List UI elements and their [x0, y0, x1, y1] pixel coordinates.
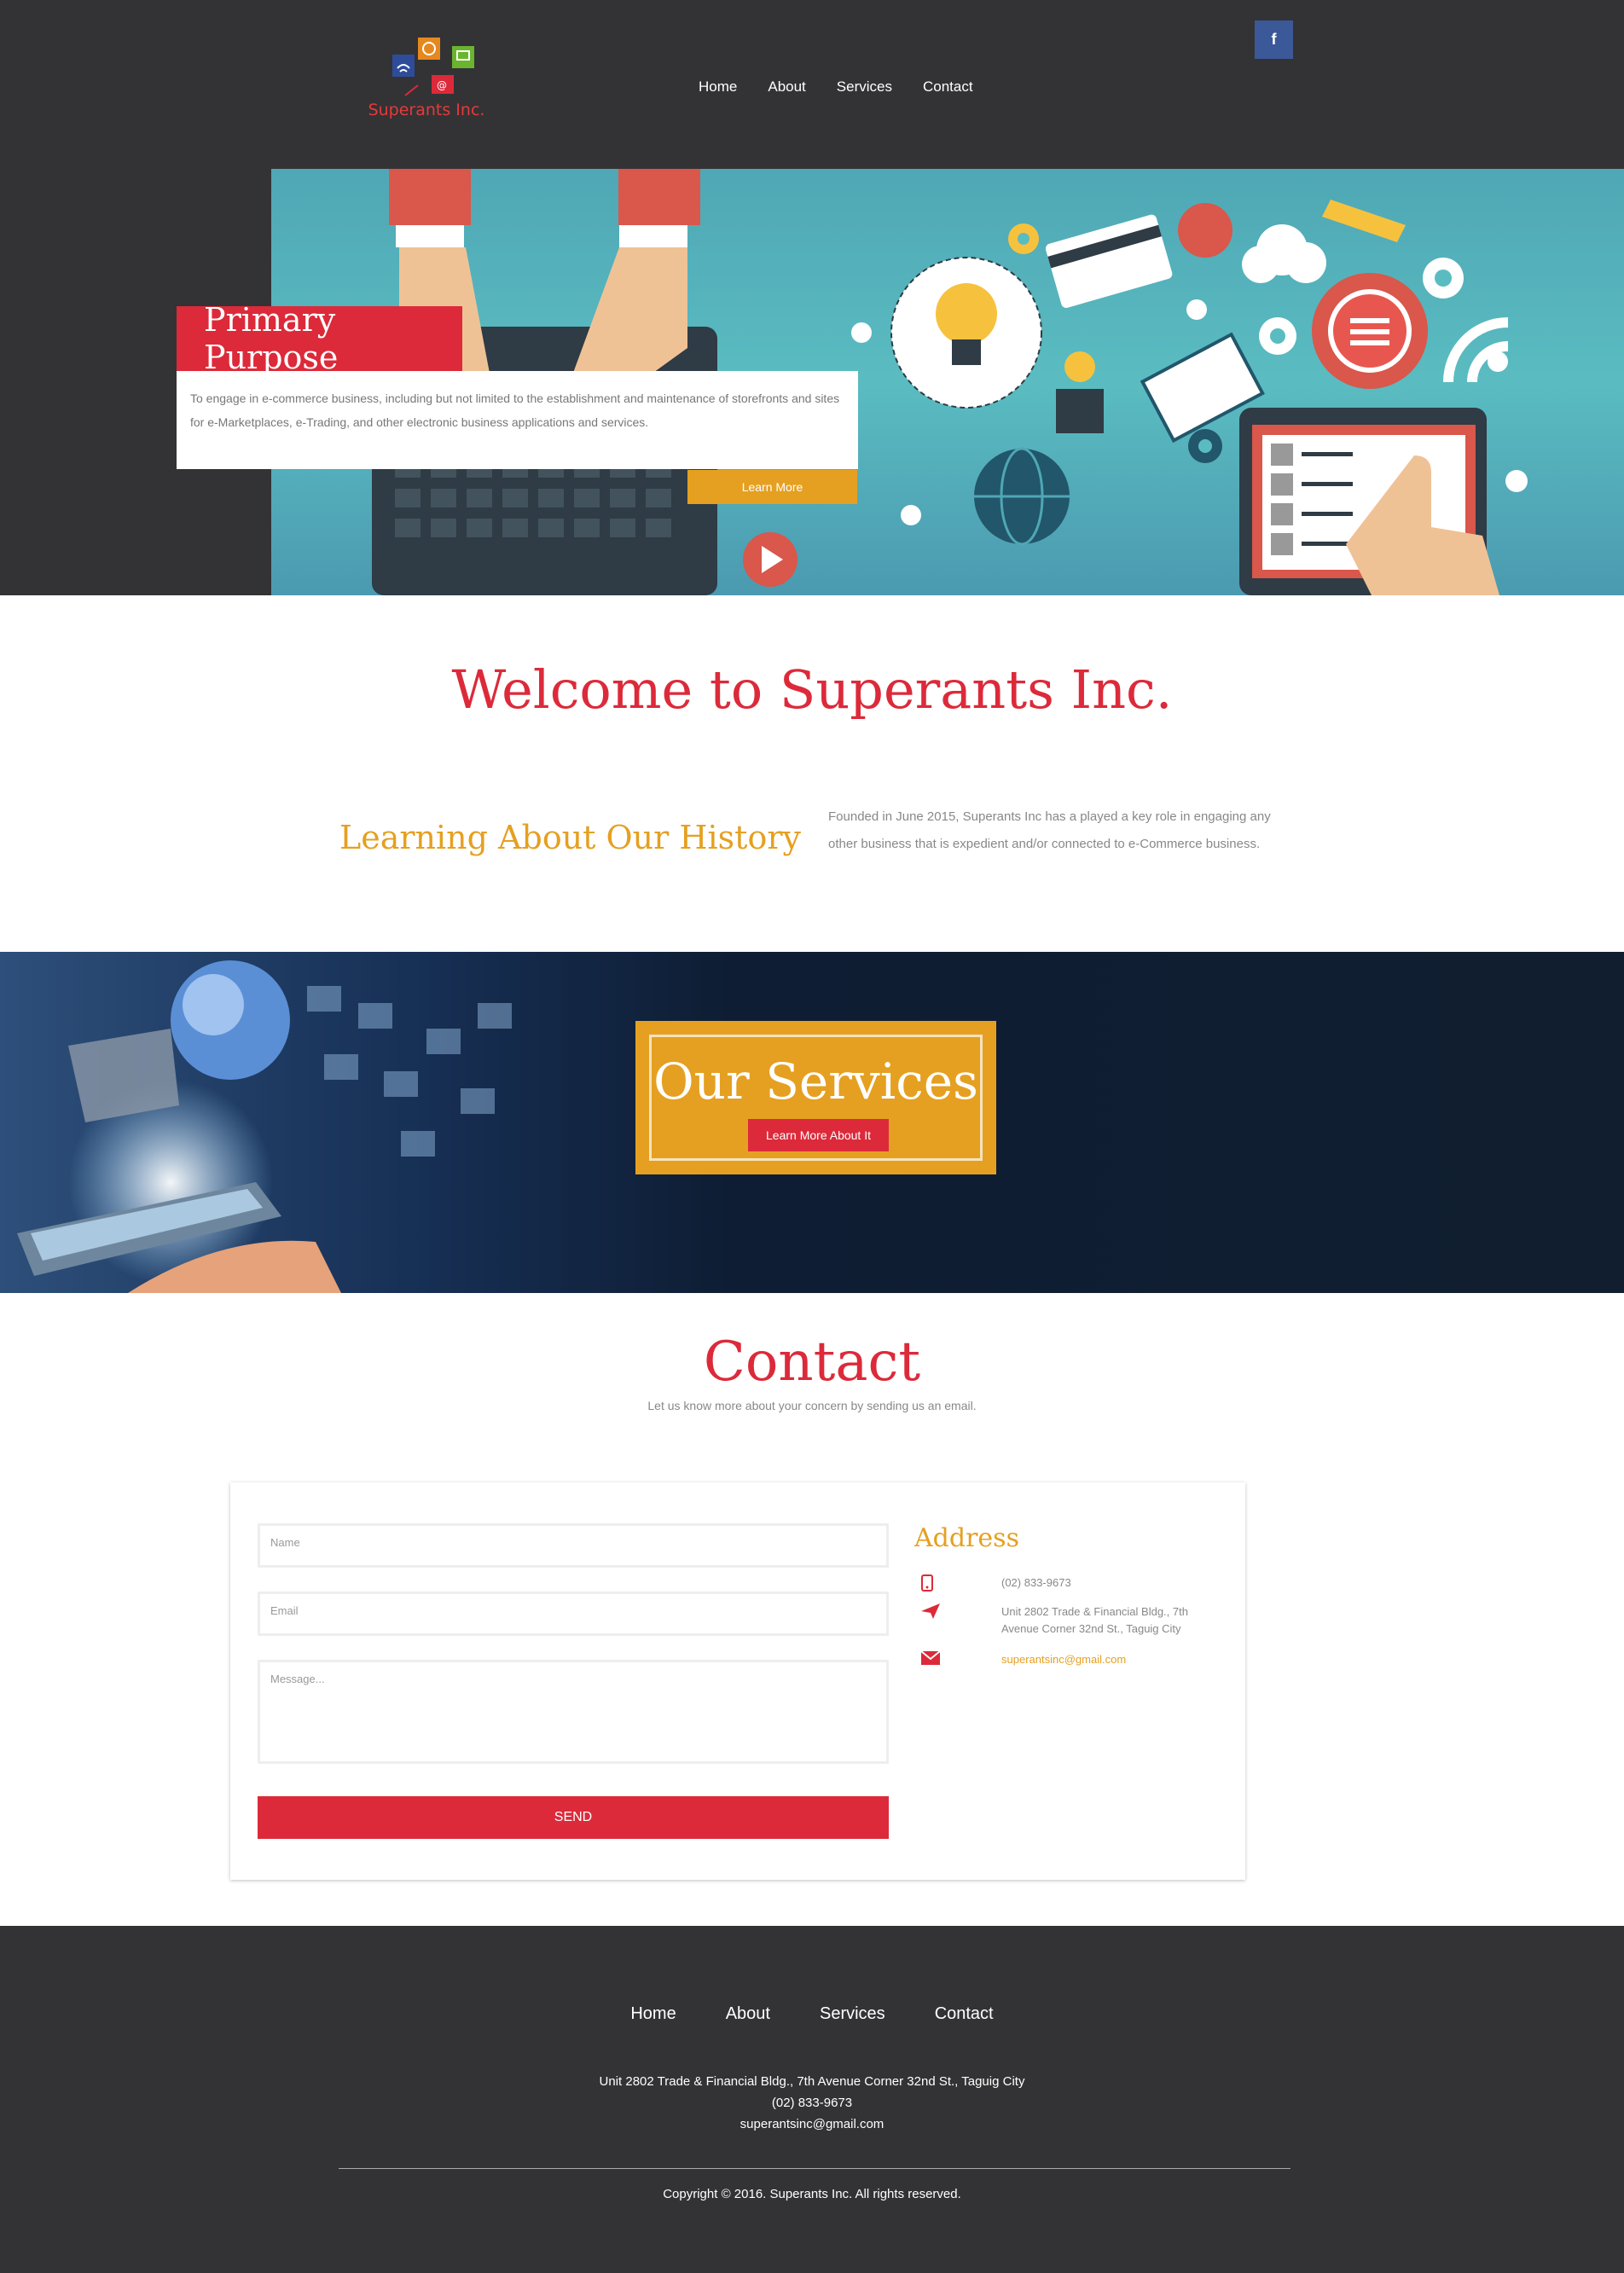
site-logo[interactable]: @ Superants Inc.	[358, 34, 495, 128]
contact-title: Contact	[703, 1331, 921, 1394]
logo-icon: @	[392, 38, 474, 96]
nav-about[interactable]: About	[768, 78, 805, 96]
location-text: Unit 2802 Trade & Financial Bldg., 7th A…	[1001, 1605, 1188, 1635]
message-field[interactable]: Message...	[258, 1660, 889, 1764]
primary-purpose-text: To engage in e-commerce business, includ…	[177, 371, 858, 469]
phone-icon	[921, 1574, 947, 1596]
footer-email[interactable]: superantsinc@gmail.com	[0, 2114, 1624, 2135]
main-nav: Home About Services Contact	[699, 78, 973, 96]
footer-nav-about[interactable]: About	[726, 2004, 770, 2024]
history-title: Learning About Our History	[339, 819, 801, 856]
contact-subtitle: Let us know more about your concern by s…	[647, 1399, 977, 1412]
footer-nav-home[interactable]: Home	[630, 2004, 676, 2024]
footer-nav-services[interactable]: Services	[820, 2004, 885, 2024]
envelope-icon	[920, 1650, 947, 1669]
nav-contact[interactable]: Contact	[923, 78, 973, 96]
services-title: Our Services	[653, 1052, 978, 1110]
primary-purpose-heading: Primary Purpose	[177, 301, 462, 376]
learn-more-about-it-button[interactable]: Learn More About It	[748, 1119, 889, 1151]
address-title: Address	[914, 1523, 1019, 1553]
contact-card: Name Email Message... SEND Address (02) …	[230, 1482, 1245, 1880]
services-panel: Our Services Learn More About It	[635, 1021, 996, 1174]
history-text: Founded in June 2015, Superants Inc has …	[828, 809, 1271, 851]
footer-nav: Home About Services Contact	[0, 2004, 1624, 2024]
nav-home[interactable]: Home	[699, 78, 737, 96]
site-footer: Home About Services Contact Unit 2802 Tr…	[0, 1926, 1624, 2273]
footer-info: Unit 2802 Trade & Financial Bldg., 7th A…	[0, 2071, 1624, 2135]
phone-text: (02) 833-9673	[1001, 1576, 1071, 1589]
facebook-icon[interactable]: f	[1255, 20, 1293, 59]
footer-phone: (02) 833-9673	[771, 2096, 853, 2110]
services-panel-frame: Our Services Learn More About It	[649, 1035, 983, 1161]
email-field[interactable]: Email	[258, 1592, 889, 1636]
nav-services[interactable]: Services	[837, 78, 892, 96]
name-field[interactable]: Name	[258, 1523, 889, 1568]
logo-text: Superants Inc.	[368, 101, 485, 119]
email-link[interactable]: superantsinc@gmail.com	[1001, 1651, 1223, 1668]
footer-divider	[339, 2168, 1290, 2169]
footer-nav-contact[interactable]: Contact	[935, 2004, 994, 2024]
learn-more-button[interactable]: Learn More	[687, 470, 857, 504]
send-plane-icon	[921, 1603, 947, 1623]
footer-address: Unit 2802 Trade & Financial Bldg., 7th A…	[599, 2074, 1025, 2089]
copyright: Copyright © 2016. Superants Inc. All rig…	[663, 2187, 961, 2201]
send-button[interactable]: SEND	[258, 1796, 889, 1839]
svg-text:@: @	[437, 79, 447, 91]
welcome-title: Welcome to Superants Inc.	[451, 658, 1173, 721]
